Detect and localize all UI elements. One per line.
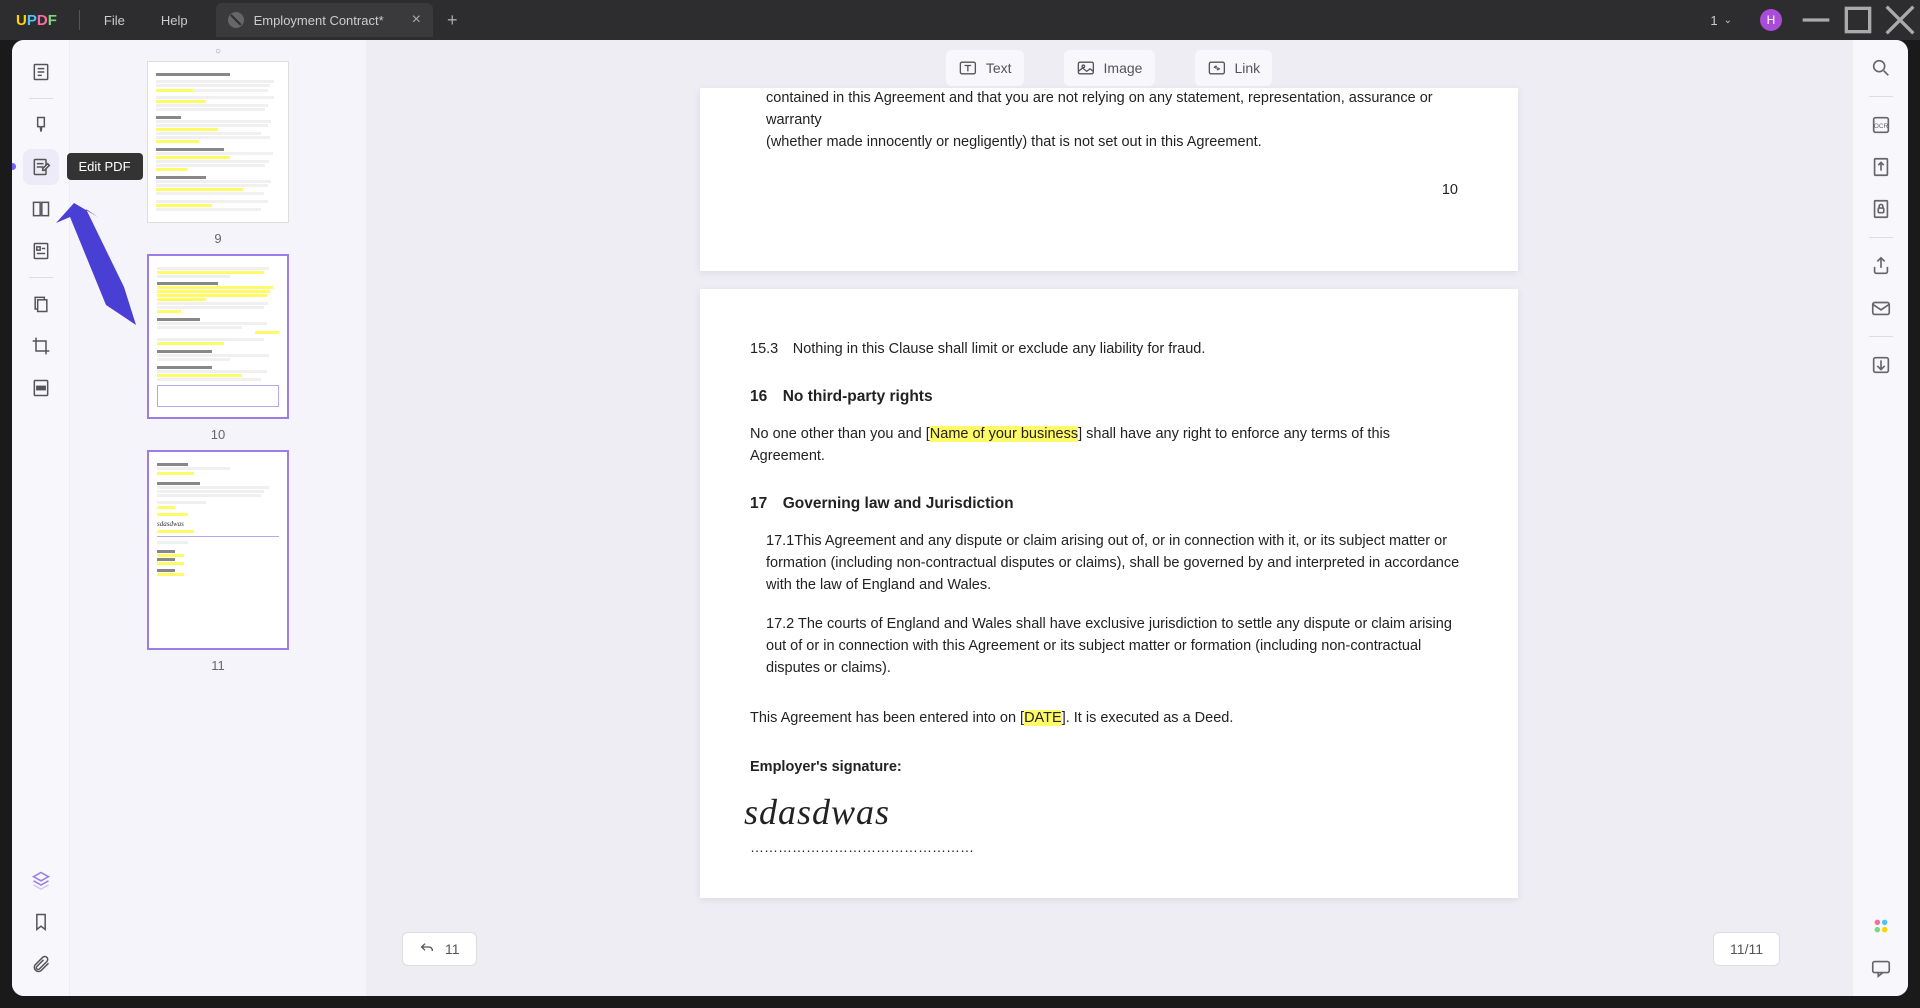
email-icon[interactable]	[1867, 294, 1895, 322]
text-tool[interactable]: Text	[946, 50, 1024, 86]
entered-into: This Agreement has been entered into on …	[750, 708, 1468, 730]
page-10-tail[interactable]: contained in this Agreement and that you…	[700, 88, 1518, 271]
clause-17-2: 17.2 The courts of England and Wales sha…	[750, 614, 1468, 679]
form-tool[interactable]	[23, 233, 59, 269]
convert-icon[interactable]	[1867, 153, 1895, 181]
clause-15-3: 15.3 Nothing in this Clause shall limit …	[750, 339, 1468, 361]
share-icon[interactable]	[1867, 252, 1895, 280]
separator	[1869, 336, 1893, 337]
close-window-button[interactable]	[1880, 0, 1920, 40]
clause-text: contained in this Agreement and that you…	[750, 88, 1468, 153]
page-11[interactable]: 15.3 Nothing in this Clause shall limit …	[700, 289, 1518, 898]
separator	[29, 277, 53, 278]
page-indicator[interactable]: 1 ⌄	[1702, 13, 1740, 28]
thumbnail-10[interactable]: 10	[147, 254, 289, 442]
left-toolbar: Edit PDF	[12, 40, 70, 996]
signature[interactable]: sdasdwas	[744, 785, 1468, 839]
highlight-business: Name of your business	[930, 426, 1078, 442]
comment-tool[interactable]	[23, 107, 59, 143]
minimize-button[interactable]	[1796, 0, 1836, 40]
protect-icon[interactable]	[1867, 195, 1895, 223]
thumb-label: 11	[147, 658, 289, 673]
link-tool[interactable]: Link	[1194, 50, 1272, 86]
separator	[1869, 96, 1893, 97]
redact-tool[interactable]	[23, 370, 59, 406]
document-area: Text Image Link contained in this Agreem…	[366, 40, 1852, 996]
search-icon[interactable]	[1867, 54, 1895, 82]
thumb-marker: ○	[215, 46, 221, 57]
user-avatar[interactable]: H	[1760, 9, 1782, 31]
pages-scroll[interactable]: contained in this Agreement and that you…	[366, 40, 1852, 996]
tab-icon	[228, 12, 244, 28]
undo-icon	[419, 941, 435, 957]
signature-line: …………………………………………	[750, 837, 1468, 858]
add-tab-button[interactable]: +	[447, 10, 458, 31]
menu-help[interactable]: Help	[143, 13, 206, 28]
thumb-label: 9	[147, 231, 289, 246]
attachment-tool[interactable]	[23, 946, 59, 982]
document-tab[interactable]: Employment Contract* ×	[216, 3, 433, 37]
layers-tool[interactable]	[23, 862, 59, 898]
ai-assistant-icon[interactable]	[1867, 912, 1895, 940]
page-number: 10	[1442, 180, 1458, 202]
save-icon[interactable]	[1867, 351, 1895, 379]
undo-badge[interactable]: 11	[402, 932, 477, 966]
close-tab-icon[interactable]: ×	[412, 11, 421, 29]
right-toolbar: OCR	[1852, 40, 1908, 996]
highlight-date: DATE	[1024, 710, 1062, 726]
app-logo: UPDF	[0, 12, 73, 29]
signature-label: Employer's signature:	[750, 757, 1468, 779]
tab-title: Employment Contract*	[254, 13, 384, 28]
ocr-icon[interactable]: OCR	[1867, 111, 1895, 139]
menu-file[interactable]: File	[86, 13, 143, 28]
clause-17-1: 17.1This Agreement and any dispute or cl…	[750, 531, 1468, 596]
thumbnail-11[interactable]: sdasdwas 11	[147, 450, 289, 673]
heading-17: 17 Governing law and Jurisdiction	[750, 492, 1468, 515]
page-counter[interactable]: 11/11	[1713, 932, 1780, 966]
tooltip-edit-pdf: Edit PDF	[67, 153, 143, 180]
crop-tool[interactable]	[23, 328, 59, 364]
edit-toolbar: Text Image Link	[946, 50, 1272, 86]
separator	[1869, 237, 1893, 238]
separator	[29, 98, 53, 99]
svg-text:OCR: OCR	[1873, 123, 1888, 130]
thumb-label: 10	[147, 427, 289, 442]
divider	[79, 10, 80, 30]
organize-tool[interactable]	[23, 191, 59, 227]
active-indicator	[12, 163, 16, 170]
chevron-down-icon: ⌄	[1724, 15, 1732, 26]
clause-16: No one other than you and [Name of your …	[750, 424, 1468, 468]
comment-panel-icon[interactable]	[1867, 954, 1895, 982]
thumbnail-9[interactable]: 9	[147, 61, 289, 246]
heading-16: 16 No third-party rights	[750, 385, 1468, 408]
edit-pdf-tool[interactable]: Edit PDF	[23, 149, 59, 185]
page-tool[interactable]	[23, 286, 59, 322]
reader-tool[interactable]	[23, 54, 59, 90]
maximize-button[interactable]	[1838, 0, 1878, 40]
thumbnail-panel: ○	[70, 40, 366, 996]
image-tool[interactable]: Image	[1064, 50, 1155, 86]
bookmark-tool[interactable]	[23, 904, 59, 940]
